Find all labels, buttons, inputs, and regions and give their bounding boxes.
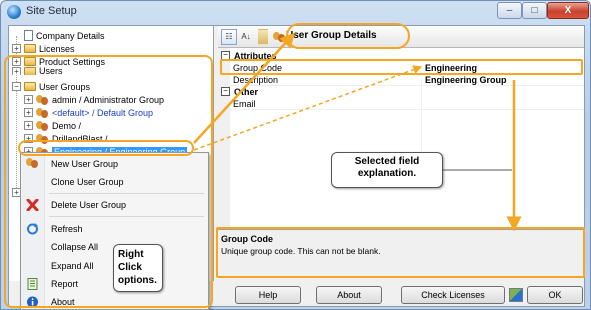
property-name: Description [233, 74, 279, 85]
window-title: Site Setup [26, 5, 77, 17]
help-button[interactable]: Help [235, 286, 301, 304]
sort-alphabetical-button[interactable]: A↓ [238, 29, 254, 45]
selected-node-highlight [18, 140, 194, 156]
property-grid[interactable]: − Attributes Group Code Engineering Desc… [218, 48, 584, 228]
property-row-email[interactable]: Email [218, 98, 584, 109]
right-click-callout: Right Click options. [113, 244, 163, 292]
category-other[interactable]: − Other [218, 86, 584, 97]
group-code-highlight [220, 59, 583, 75]
property-value[interactable]: Engineering Group [425, 75, 507, 85]
app-globe-icon [7, 5, 21, 19]
tree-highlight-box [4, 55, 213, 308]
grid-line [230, 109, 584, 110]
check-licenses-button[interactable]: Check Licenses [401, 286, 505, 304]
about-button[interactable]: About [316, 286, 382, 304]
license-status-icon[interactable] [509, 288, 523, 302]
tree-item-label: Licenses [39, 43, 75, 54]
title-highlight [286, 23, 410, 49]
minimize-button[interactable]: ‒ [497, 2, 522, 19]
property-row-description[interactable]: Description Engineering Group [218, 74, 584, 85]
tree-item-company-details[interactable]: Company Details [12, 29, 105, 42]
collapse-icon[interactable]: − [221, 87, 230, 96]
expand-icon[interactable]: + [12, 44, 21, 53]
category-label: Other [234, 86, 259, 97]
description-highlight [216, 227, 585, 278]
users-icon [273, 32, 286, 42]
tree-item-licenses[interactable]: + Licenses [12, 42, 75, 55]
document-icon [24, 30, 33, 41]
property-name: Email [233, 98, 256, 109]
selected-field-callout: Selected field explanation. [331, 152, 443, 188]
tree-item-label: Company Details [36, 30, 105, 41]
ok-button[interactable]: OK [527, 286, 583, 304]
folder-icon [24, 44, 36, 53]
title-bar[interactable]: Site Setup ‒ □ X [1, 1, 590, 23]
maximize-button[interactable]: □ [522, 2, 547, 19]
categorized-button[interactable]: ☷ [221, 29, 237, 45]
close-button[interactable]: X [547, 2, 589, 19]
property-pages-icon[interactable] [258, 29, 268, 45]
